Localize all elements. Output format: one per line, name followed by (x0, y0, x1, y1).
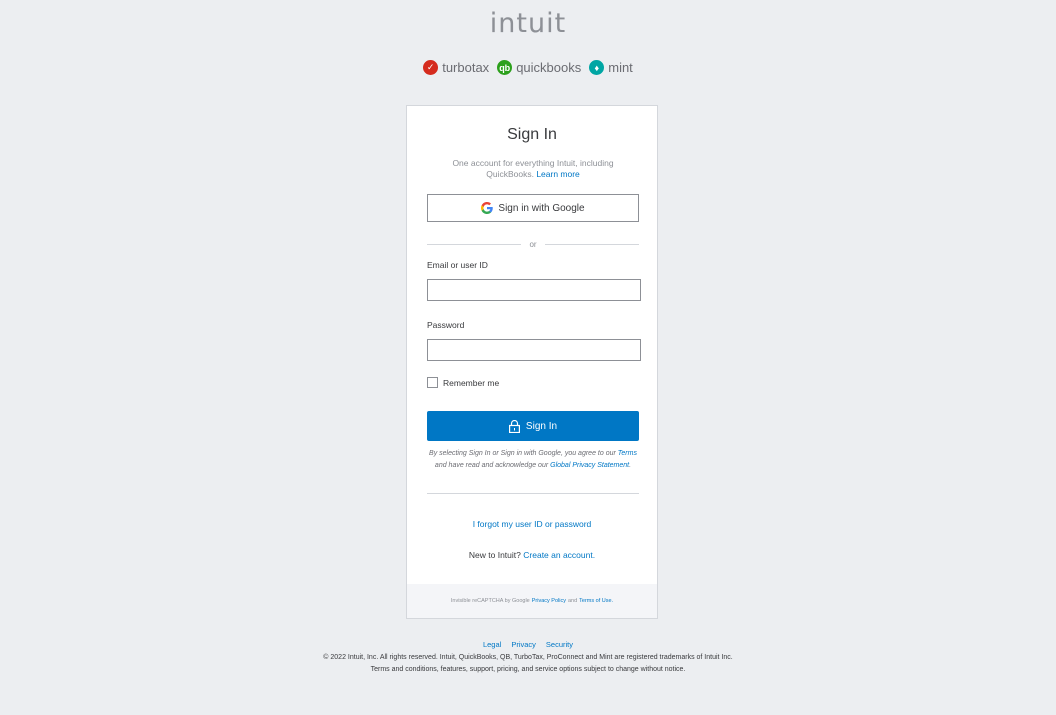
sign-in-card: Sign In One account for everything Intui… (406, 105, 658, 619)
recaptcha-and: and (567, 598, 578, 604)
google-button-label: Sign in with Google (498, 202, 585, 214)
card-divider (427, 493, 639, 494)
brand-mint: ♦ mint (589, 60, 633, 75)
google-icon (481, 202, 494, 214)
footer-link-privacy[interactable]: Privacy (511, 640, 536, 649)
brand-quickbooks: qb quickbooks (497, 60, 581, 75)
intuit-logo: intuit (489, 8, 567, 39)
brand-mint-label: mint (608, 60, 633, 75)
recaptcha-notice: Invisible reCAPTCHA by Google Privacy Po… (407, 584, 657, 618)
legal-prefix: By selecting Sign In or Sign in with Goo… (429, 450, 616, 457)
footer-links: Legal Privacy Security (0, 640, 1056, 649)
password-field[interactable] (427, 339, 641, 361)
brand-quickbooks-label: quickbooks (516, 60, 582, 75)
page-title: Sign In (507, 126, 557, 143)
legal-note: By selecting Sign In or Sign in with Goo… (429, 450, 637, 469)
sign-in-with-google-button[interactable]: Sign in with Google (427, 194, 639, 222)
subtitle: One account for everything Intuit, inclu… (437, 158, 629, 180)
remember-me[interactable]: Remember me (427, 377, 499, 388)
legal-middle: and have read and acknowledge our (434, 462, 549, 469)
sign-in-button[interactable]: Sign In (427, 411, 639, 441)
email-label: Email or user ID (427, 260, 488, 270)
divider-line-left (427, 243, 522, 245)
learn-more-link[interactable]: Learn more (536, 169, 579, 179)
footer-link-legal[interactable]: Legal (483, 640, 501, 649)
turbotax-check-icon: ✓ (423, 60, 439, 75)
mint-leaf-icon: ♦ (589, 60, 605, 75)
new-to-intuit-text: New to Intuit? (468, 550, 521, 560)
copyright: © 2022 Intuit, Inc. All rights reserved.… (0, 652, 1056, 676)
copyright-line-2: Terms and conditions, features, support,… (370, 666, 686, 673)
forgot-credentials-link[interactable]: I forgot my user ID or password (407, 519, 657, 529)
password-label: Password (427, 320, 465, 330)
recaptcha-prefix: Invisible reCAPTCHA by Google (450, 598, 530, 604)
subtitle-text: One account for everything Intuit, inclu… (452, 158, 614, 179)
or-divider: or (427, 239, 639, 249)
sign-in-button-label: Sign In (525, 420, 558, 432)
copyright-line-1: © 2022 Intuit, Inc. All rights reserved.… (323, 654, 733, 661)
divider-line-right (544, 243, 639, 245)
new-to-intuit: New to Intuit? Create an account. (407, 550, 657, 560)
email-field[interactable] (427, 279, 641, 301)
recaptcha-privacy-link[interactable]: Privacy Policy (532, 598, 566, 604)
footer-link-security[interactable]: Security (546, 640, 573, 649)
brand-turbotax-label: turbotax (442, 60, 490, 75)
terms-link[interactable]: Terms (618, 450, 637, 457)
lock-icon (508, 419, 520, 433)
remember-me-checkbox[interactable] (427, 377, 438, 388)
divider-text: or (529, 239, 537, 249)
recaptcha-terms-link[interactable]: Terms of Use. (579, 598, 613, 604)
brand-turbotax: ✓ turbotax (423, 60, 489, 75)
quickbooks-qb-icon: qb (497, 60, 513, 75)
create-account-link[interactable]: Create an account. (523, 550, 595, 560)
global-privacy-link[interactable]: Global Privacy Statement (550, 462, 629, 469)
product-brands: ✓ turbotax qb quickbooks ♦ mint (0, 60, 1056, 75)
remember-me-label: Remember me (443, 377, 500, 388)
